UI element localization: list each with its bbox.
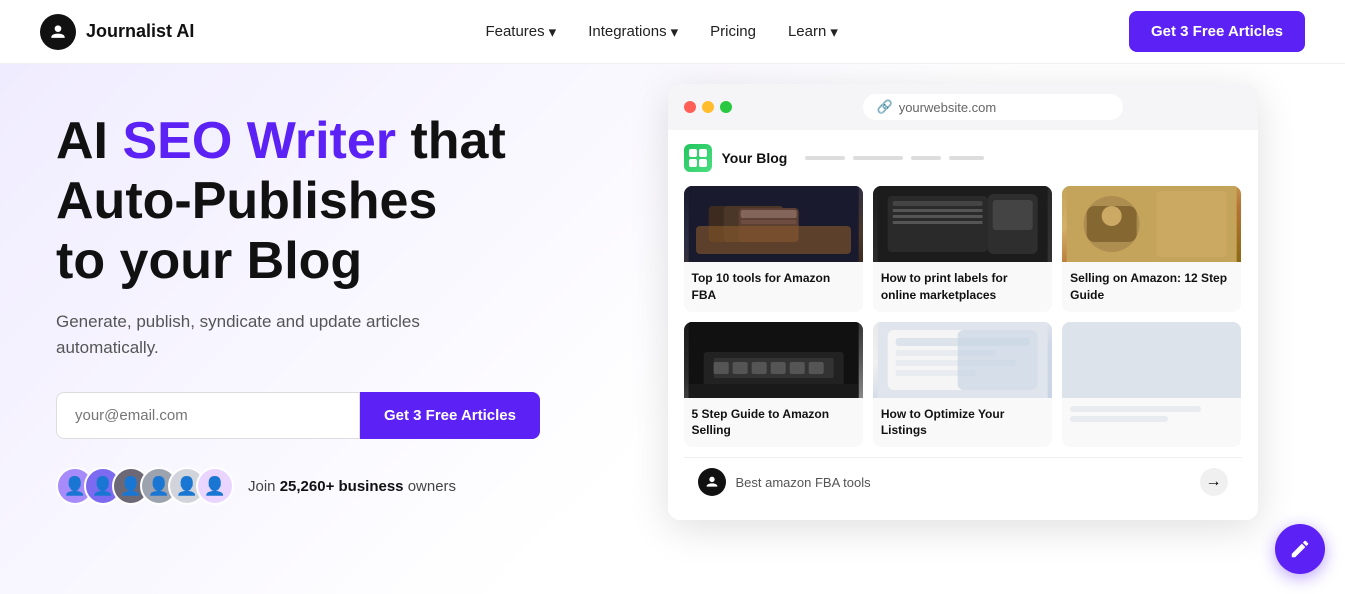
nav-pricing[interactable]: Pricing	[710, 23, 756, 40]
hero-heading: AI SEO Writer thatAuto-Publishesto your …	[56, 112, 540, 291]
article-title: Selling on Amazon: 12 Step Guide	[1070, 270, 1233, 304]
maximize-dot[interactable]	[720, 101, 732, 113]
article-thumbnail	[1062, 322, 1241, 398]
logo-text: Journalist AI	[86, 21, 194, 42]
article-title: How to Optimize Your Listings	[881, 406, 1044, 440]
article-title: How to print labels for online marketpla…	[881, 270, 1044, 304]
nav-features[interactable]: Features ▾	[485, 23, 556, 41]
hero-right: 🔗 yourwebsite.com Your	[580, 64, 1345, 594]
nav-line	[853, 156, 903, 160]
blog-nav	[805, 156, 984, 160]
nav-integrations[interactable]: Integrations ▾	[588, 23, 678, 41]
browser-dots	[684, 101, 732, 113]
chat-bar: Best amazon FBA tools →	[684, 457, 1242, 506]
article-body	[1062, 398, 1241, 430]
article-card[interactable]	[1062, 322, 1241, 448]
article-card[interactable]: Top 10 tools for Amazon FBA	[684, 186, 863, 312]
browser-window: 🔗 yourwebsite.com Your	[668, 84, 1258, 520]
article-card[interactable]: How to Optimize Your Listings	[873, 322, 1052, 448]
email-input[interactable]	[56, 392, 360, 439]
article-card[interactable]: 5 Step Guide to Amazon Selling	[684, 322, 863, 448]
logo[interactable]: Journalist AI	[40, 14, 194, 50]
social-proof-text: Join 25,260+ business owners	[248, 478, 456, 495]
article-thumbnail	[684, 186, 863, 262]
hero-left: AI SEO Writer thatAuto-Publishesto your …	[0, 64, 580, 594]
blog-header: Your Blog	[684, 144, 1242, 172]
nav-learn[interactable]: Learn ▾	[788, 23, 838, 41]
article-body: Top 10 tools for Amazon FBA	[684, 262, 863, 312]
link-icon: 🔗	[877, 99, 893, 115]
article-thumbnail	[684, 322, 863, 398]
chevron-down-icon: ▾	[671, 23, 679, 41]
nav-line	[949, 156, 984, 160]
close-dot[interactable]	[684, 101, 696, 113]
article-body: 5 Step Guide to Amazon Selling	[684, 398, 863, 448]
blog-title: Your Blog	[722, 150, 788, 166]
nav-line	[911, 156, 941, 160]
minimize-dot[interactable]	[702, 101, 714, 113]
send-icon: →	[1206, 473, 1222, 491]
chevron-down-icon: ▾	[549, 23, 557, 41]
chat-bot-icon	[698, 468, 726, 496]
avatar: 👤	[196, 467, 234, 505]
hero-subheading: Generate, publish, syndicate and update …	[56, 309, 456, 360]
articles-grid: Top 10 tools for Amazon FBA	[684, 186, 1242, 447]
article-body: How to Optimize Your Listings	[873, 398, 1052, 448]
nav-cta-button[interactable]: Get 3 Free Articles	[1129, 11, 1305, 52]
article-title: Top 10 tools for Amazon FBA	[692, 270, 855, 304]
article-thumbnail	[1062, 186, 1241, 262]
chat-input[interactable]: Best amazon FBA tools	[736, 475, 1190, 490]
social-proof: 👤 👤 👤 👤 👤 👤 Join 25,260	[56, 467, 540, 505]
chevron-down-icon: ▾	[830, 23, 838, 41]
browser-content: Your Blog	[668, 130, 1258, 520]
avatar-group: 👤 👤 👤 👤 👤 👤	[56, 467, 234, 505]
url-bar[interactable]: 🔗 yourwebsite.com	[863, 94, 1123, 120]
hero-cta-button[interactable]: Get 3 Free Articles	[360, 392, 540, 439]
browser-chrome: 🔗 yourwebsite.com	[668, 84, 1258, 130]
article-body: Selling on Amazon: 12 Step Guide	[1062, 262, 1241, 312]
url-text: yourwebsite.com	[899, 100, 997, 115]
nav-line	[805, 156, 845, 160]
chat-widget-button[interactable]	[1275, 524, 1325, 574]
hero-heading-plain: AI	[56, 112, 122, 170]
article-card[interactable]: How to print labels for online marketpla…	[873, 186, 1052, 312]
article-thumbnail	[873, 322, 1052, 398]
chat-send-button[interactable]: →	[1200, 468, 1228, 496]
hero-email-form: Get 3 Free Articles	[56, 392, 540, 439]
article-body: How to print labels for online marketpla…	[873, 262, 1052, 312]
hero-heading-highlight: SEO Writer	[122, 112, 396, 170]
article-thumbnail	[873, 186, 1052, 262]
logo-icon	[40, 14, 76, 50]
blog-logo-icon	[684, 144, 712, 172]
navbar: Journalist AI Features ▾ Integrations ▾ …	[0, 0, 1345, 64]
article-card[interactable]: Selling on Amazon: 12 Step Guide	[1062, 186, 1241, 312]
nav-links: Features ▾ Integrations ▾ Pricing Learn …	[485, 23, 837, 41]
article-title: 5 Step Guide to Amazon Selling	[692, 406, 855, 440]
hero-section: AI SEO Writer thatAuto-Publishesto your …	[0, 64, 1345, 594]
